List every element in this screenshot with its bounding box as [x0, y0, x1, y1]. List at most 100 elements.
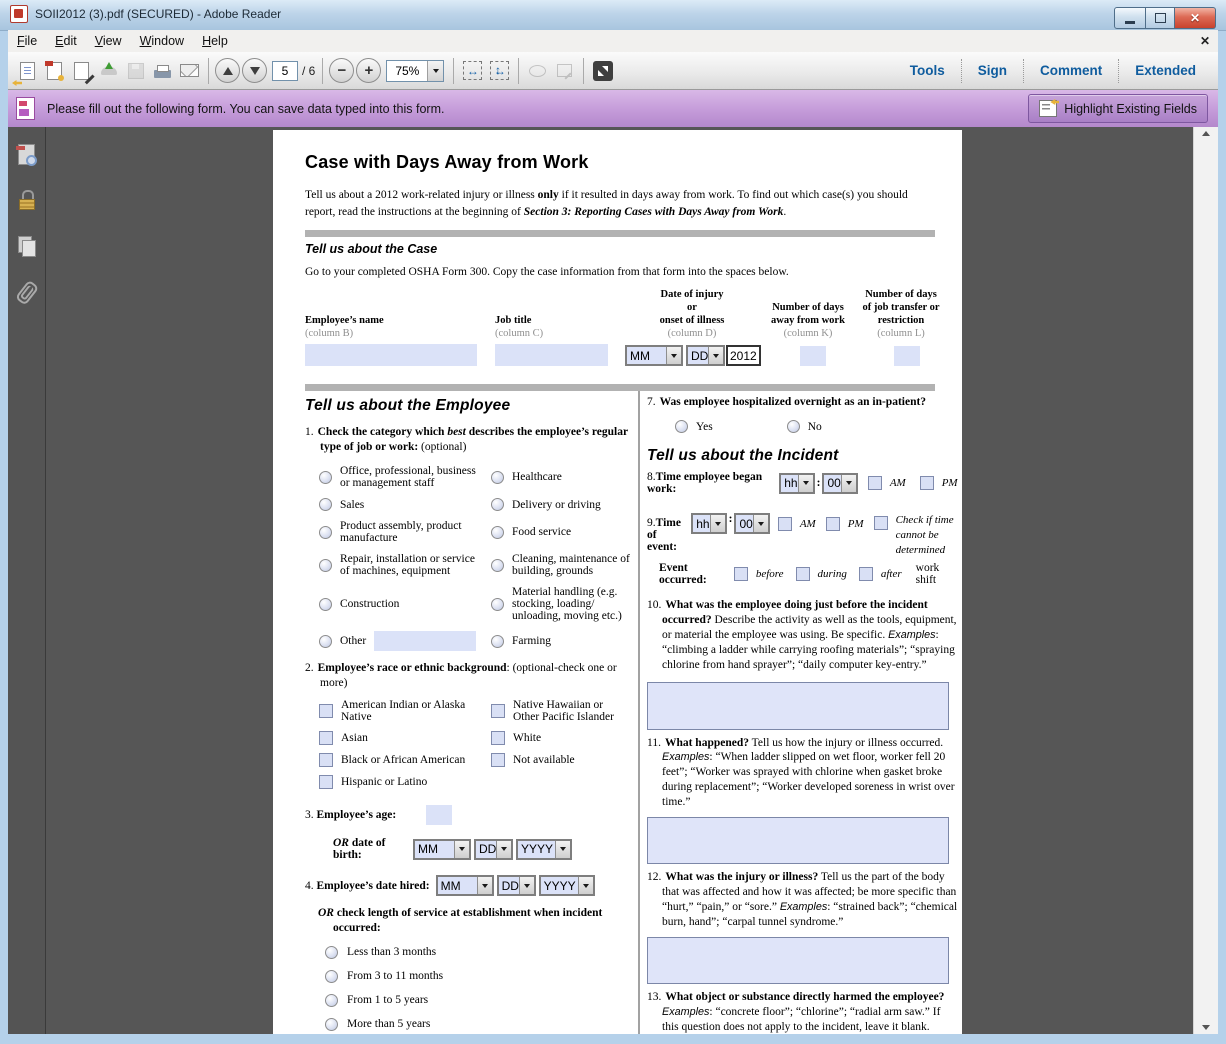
radio-option[interactable]: Sales	[319, 498, 485, 511]
checkbox-option[interactable]: Check if time cannot be determined	[874, 513, 958, 558]
scroll-up-icon[interactable]	[1194, 131, 1218, 136]
save-icon[interactable]	[122, 57, 149, 84]
checkbox-option[interactable]: Asian	[319, 731, 485, 745]
upload-cloud-icon[interactable]	[95, 57, 122, 84]
question-2: 2.Employee’s race or ethnic background: …	[305, 661, 631, 691]
scroll-down-icon[interactable]	[1194, 1025, 1218, 1030]
comment-bubble-icon[interactable]	[524, 57, 551, 84]
restore-button[interactable]	[1146, 7, 1175, 29]
fit-page-icon[interactable]: ↔↔	[486, 57, 513, 84]
radio-option[interactable]: Less than 3 months	[325, 946, 631, 959]
attachments-paperclip-icon[interactable]	[14, 279, 40, 305]
email-icon[interactable]	[176, 57, 203, 84]
checkbox-option[interactable]: after	[859, 567, 902, 581]
checkbox-option[interactable]: during	[796, 567, 847, 581]
checkbox-option[interactable]: Not available	[491, 753, 631, 767]
radio-option-other[interactable]: Other	[319, 631, 485, 651]
radio-option[interactable]: Construction	[319, 586, 485, 622]
menubar-close-icon[interactable]: ✕	[1200, 34, 1210, 48]
fill-sign-icon[interactable]	[68, 57, 95, 84]
print-icon[interactable]	[149, 57, 176, 84]
open-file-icon[interactable]	[14, 57, 41, 84]
radio-option[interactable]: No	[787, 420, 822, 433]
menu-help[interactable]: Help	[193, 31, 237, 51]
checkbox-option[interactable]: PM	[920, 476, 958, 490]
radio-option[interactable]: From 3 to 11 months	[325, 970, 631, 983]
radio-option[interactable]: Delivery or driving	[491, 498, 631, 511]
radio-option[interactable]: Material handling (e.g. stocking, loadin…	[491, 586, 631, 622]
previous-page-button[interactable]	[214, 57, 241, 84]
employee-name-field[interactable]	[305, 344, 477, 366]
radio-option[interactable]: Product assembly, product manufacture	[319, 520, 485, 544]
menu-edit[interactable]: Edit	[46, 31, 86, 51]
began-work-hour-select[interactable]: hh	[779, 473, 814, 494]
checkbox-option[interactable]: AM	[868, 476, 906, 490]
page-number-input[interactable]: 5	[272, 61, 298, 81]
comment-pane-button[interactable]: Comment	[1023, 59, 1118, 83]
radio-option[interactable]: More than 5 years	[325, 1018, 631, 1031]
create-pdf-icon[interactable]	[41, 57, 68, 84]
birth-year-select[interactable]: YYYY	[516, 839, 572, 860]
case-instruction: Go to your completed OSHA Form 300. Copy…	[305, 266, 952, 278]
what-happened-textarea[interactable]	[647, 817, 949, 864]
birth-day-select[interactable]: DD	[474, 839, 513, 860]
checkbox-option[interactable]: AM	[778, 517, 816, 531]
radio-option[interactable]: Repair, installation or service of machi…	[319, 553, 485, 577]
checkbox-option[interactable]: PM	[826, 517, 864, 531]
radio-option[interactable]: Yes	[675, 420, 713, 433]
job-transfer-days-field[interactable]	[894, 346, 920, 366]
security-lock-icon[interactable]	[14, 187, 40, 213]
menu-file[interactable]: File	[8, 31, 46, 51]
form-columns: Tell us about the Employee 1.Check the c…	[305, 391, 952, 1034]
hired-day-select[interactable]: DD	[497, 875, 536, 896]
injury-year-field[interactable]: 2012	[726, 345, 761, 366]
activity-description-textarea[interactable]	[647, 682, 949, 730]
chevron-down-icon	[841, 475, 856, 492]
zoom-in-button[interactable]: +	[355, 57, 382, 84]
days-away-field[interactable]	[800, 346, 826, 366]
highlight-fields-button[interactable]: Highlight Existing Fields	[1028, 94, 1208, 123]
radio-option[interactable]: Office, professional, business or manage…	[319, 465, 485, 489]
birth-month-select[interactable]: MM	[413, 839, 471, 860]
menu-view[interactable]: View	[86, 31, 131, 51]
vertical-scrollbar[interactable]	[1193, 127, 1218, 1034]
event-minute-select[interactable]: 00	[734, 513, 769, 534]
employee-age-field[interactable]	[426, 805, 452, 825]
text-callout-icon[interactable]	[551, 57, 578, 84]
menu-window[interactable]: Window	[131, 31, 193, 51]
checkbox-option[interactable]: White	[491, 731, 631, 745]
checkbox-option[interactable]: before	[734, 567, 784, 581]
fullscreen-icon[interactable]	[589, 57, 616, 84]
page-thumbnails-icon[interactable]	[14, 141, 40, 167]
radio-option[interactable]: Food service	[491, 520, 631, 544]
injury-description-textarea[interactable]	[647, 937, 949, 984]
hired-month-select[interactable]: MM	[436, 875, 494, 896]
fit-width-icon[interactable]: ↔	[459, 57, 486, 84]
radio-option[interactable]: From 1 to 5 years	[325, 994, 631, 1007]
checkbox-option[interactable]: Hispanic or Latino	[319, 775, 485, 789]
injury-day-select[interactable]: DD	[686, 345, 725, 366]
checkbox-icon	[796, 567, 810, 581]
radio-option[interactable]: Farming	[491, 631, 631, 651]
tools-pane-button[interactable]: Tools	[894, 59, 961, 83]
checkbox-option[interactable]: Native Hawaiian or Other Pacific Islande…	[491, 699, 631, 723]
close-button[interactable]: ✕	[1175, 7, 1216, 29]
job-title-field[interactable]	[495, 344, 608, 366]
began-work-minute-select[interactable]: 00	[822, 473, 857, 494]
checkbox-option[interactable]: Black or African American	[319, 753, 485, 767]
pages-panel-icon[interactable]	[14, 233, 40, 259]
radio-icon	[491, 526, 504, 539]
other-category-field[interactable]	[374, 631, 476, 651]
hired-year-select[interactable]: YYYY	[539, 875, 595, 896]
next-page-button[interactable]	[241, 57, 268, 84]
radio-option[interactable]: Cleaning, maintenance of building, groun…	[491, 553, 631, 577]
injury-month-select[interactable]: MM	[625, 345, 683, 366]
zoom-level-select[interactable]: 75%	[386, 60, 444, 82]
sign-pane-button[interactable]: Sign	[961, 59, 1023, 83]
radio-option[interactable]: Healthcare	[491, 465, 631, 489]
event-hour-select[interactable]: hh	[691, 513, 726, 534]
extended-pane-button[interactable]: Extended	[1118, 59, 1212, 83]
zoom-out-button[interactable]: −	[328, 57, 355, 84]
checkbox-option[interactable]: American Indian or Alaska Native	[319, 699, 485, 723]
minimize-button[interactable]	[1114, 7, 1146, 29]
